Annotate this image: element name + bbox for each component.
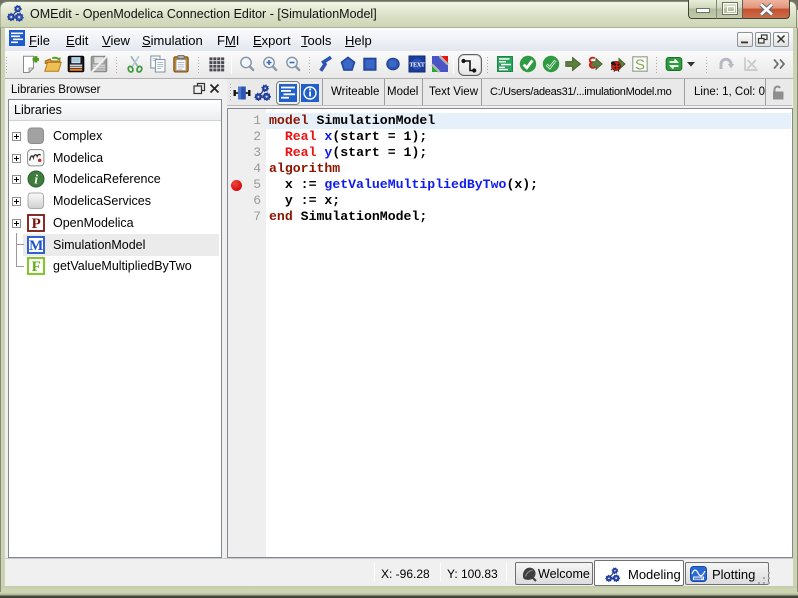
svg-text:TEXT: TEXT [409,62,424,68]
svg-text:F: F [32,259,41,275]
svg-text:S: S [635,57,645,74]
svg-text:i: i [34,172,38,187]
svg-text:P: P [32,216,41,232]
svg-text:M: M [29,238,43,254]
